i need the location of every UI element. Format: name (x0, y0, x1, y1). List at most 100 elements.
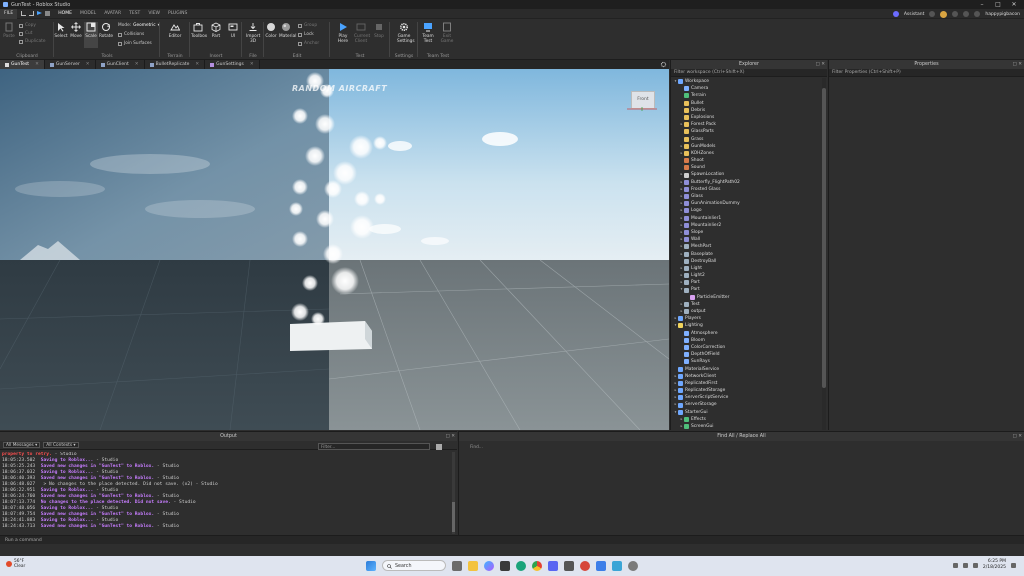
exit-game-button[interactable]: Exit Game (440, 22, 454, 44)
explorer-item[interactable]: ▸ Logo (671, 207, 821, 214)
explorer-item[interactable]: ▸ Butterfly_FlightPath02 (671, 179, 821, 186)
explorer-item[interactable]: ▸ GunModels (671, 143, 821, 150)
avatar[interactable] (940, 10, 948, 18)
windows-start-icon[interactable] (366, 560, 376, 571)
properties-filter-input[interactable]: Filter Properties (Ctrl+Shift+P) (829, 69, 1024, 77)
panel-close-icon[interactable]: □ ✕ (1013, 432, 1022, 441)
weather-widget[interactable]: 56°F Clear (6, 559, 25, 569)
explorer-item[interactable]: ▸ ReplicatedFirst (671, 380, 821, 387)
settings-icon[interactable] (963, 11, 970, 17)
duplicate-button[interactable]: Duplicate (19, 39, 45, 44)
explorer-item[interactable]: Terrain (671, 92, 821, 99)
explorer-item[interactable]: ▸ Frosted Glass (671, 186, 821, 193)
explorer-item[interactable]: ▸ SpawnLocation (671, 171, 821, 178)
close-icon[interactable]: ✕ (35, 62, 39, 67)
task-view-icon[interactable] (452, 560, 462, 571)
output-log[interactable]: property to retry. - Studio 18:05:23.502 … (2, 452, 447, 534)
explorer-item[interactable]: ▸ ServerScriptService (671, 394, 821, 401)
close-icon[interactable]: ✕ (250, 62, 254, 67)
explorer-item[interactable]: Sound (671, 164, 821, 171)
notifications-icon[interactable] (952, 11, 959, 17)
share-icon[interactable] (929, 11, 936, 17)
explorer-item[interactable]: ▸ Glass (671, 193, 821, 200)
explorer-item[interactable]: ▾ StarterGui (671, 409, 821, 416)
tab-bulletreplicate[interactable]: BulletReplicate ✕ (144, 60, 206, 69)
undo-icon[interactable] (21, 11, 27, 16)
explorer-item[interactable]: DepthOfField (671, 351, 821, 358)
explorer-item[interactable]: ▸ ReplicatedStorage (671, 387, 821, 394)
team-test-button[interactable]: Team Test (421, 22, 435, 44)
explorer-item[interactable]: ▸ Mountainlier1 (671, 215, 821, 222)
play-icon[interactable] (37, 11, 43, 15)
copy-button[interactable]: Copy (19, 23, 36, 28)
panel-close-icon[interactable]: □ ✕ (1013, 60, 1022, 69)
explorer-item[interactable]: ▾ Lighting (671, 322, 821, 329)
explorer-item[interactable]: Grass (671, 136, 821, 143)
maximize-icon[interactable]: □ (990, 1, 1006, 8)
explorer-item[interactable]: ▸ Light (671, 265, 821, 272)
panel-close-icon[interactable]: □ ✕ (446, 432, 455, 441)
tab-avatar[interactable]: AVATAR (100, 9, 125, 19)
explorer-item[interactable]: ColorCorrection (671, 344, 821, 351)
panel-close-icon[interactable]: □ ✕ (816, 60, 825, 69)
tab-model[interactable]: MODEL (76, 9, 100, 19)
roblox-player-icon[interactable] (564, 560, 574, 571)
notification-bell-icon[interactable] (1011, 562, 1016, 568)
explorer-item[interactable]: ▸ output (671, 308, 821, 315)
help-icon[interactable] (974, 11, 981, 17)
material-button[interactable]: Material (279, 22, 296, 39)
taskbar-search[interactable]: Search (382, 560, 446, 571)
all-contexts-dropdown[interactable]: All Contexts ▾ (43, 442, 79, 448)
paste-button[interactable]: Paste (2, 22, 16, 39)
explorer-item[interactable]: ▸ ServerStorage (671, 401, 821, 408)
discord-icon[interactable] (548, 560, 558, 571)
clear-output-icon[interactable] (436, 444, 442, 450)
part-button[interactable]: Part (209, 22, 223, 39)
tab-gunclient[interactable]: GunClient ✕ (95, 60, 145, 69)
explorer-item[interactable]: ▸ Forest Pack (671, 121, 821, 128)
wifi-icon[interactable] (962, 562, 968, 568)
explorer-item[interactable]: ▸ Players (671, 315, 821, 322)
explorer-item[interactable]: Shoot (671, 157, 821, 164)
username[interactable]: happypigbacon (985, 12, 1020, 17)
output-scrollbar[interactable] (452, 452, 455, 534)
explorer-item[interactable]: Camera (671, 85, 821, 92)
tab-home[interactable]: HOME (54, 9, 76, 19)
explorer-item[interactable]: DestroyBall (671, 258, 821, 265)
assistant-button[interactable]: Assistant (904, 12, 925, 17)
command-bar[interactable]: Run a command (0, 535, 1024, 544)
explorer-item[interactable]: ▸ NetworkClient (671, 373, 821, 380)
explorer-item[interactable]: Bloom (671, 337, 821, 344)
game-settings-button[interactable]: Game Settings (397, 22, 415, 44)
explorer-item[interactable]: GlassParts (671, 128, 821, 135)
collisions-toggle[interactable]: Collisions (118, 32, 144, 37)
explorer-item[interactable]: ▾ Workspace (671, 78, 821, 85)
rotate-tool-button[interactable]: Rotate (99, 22, 113, 39)
group-button[interactable]: Group (298, 23, 317, 28)
copilot-icon[interactable] (484, 560, 494, 571)
tab-gunsettings[interactable]: GunSettings ✕ (205, 60, 260, 69)
explorer-scrollbar[interactable] (822, 78, 826, 430)
file-menu[interactable]: FILE (0, 8, 18, 19)
3d-viewport[interactable]: RANDOM AIRCRAFT Front (0, 69, 669, 430)
explorer-item[interactable]: Explosions (671, 114, 821, 121)
edge-icon[interactable] (516, 560, 526, 571)
viewport-settings-gear-icon[interactable] (660, 61, 667, 68)
tab-guntest[interactable]: GunTest ✕ (0, 60, 45, 69)
tab-view[interactable]: VIEW (144, 9, 164, 19)
close-icon[interactable]: ✕ (135, 62, 139, 67)
color-button[interactable]: Color (264, 22, 278, 39)
explorer-item[interactable]: ▸ Baseplate (671, 251, 821, 258)
chrome-icon[interactable] (532, 560, 542, 571)
explorer-item[interactable]: Debris (671, 107, 821, 114)
explorer-item[interactable]: ▸ MeshPart (671, 243, 821, 250)
current-client-button[interactable]: Current Client (354, 22, 370, 44)
tab-plugins[interactable]: PLUGINS (164, 9, 191, 19)
explorer-item[interactable]: ▸ Light2 (671, 272, 821, 279)
anchor-button[interactable]: Anchor (298, 41, 319, 46)
play-here-button[interactable]: Play Here (336, 22, 350, 44)
explorer-item[interactable]: ▸ Effects (671, 416, 821, 423)
chevron-up-icon[interactable] (952, 562, 958, 568)
app-icon[interactable] (500, 560, 510, 571)
ui-button[interactable]: UI (226, 22, 240, 39)
